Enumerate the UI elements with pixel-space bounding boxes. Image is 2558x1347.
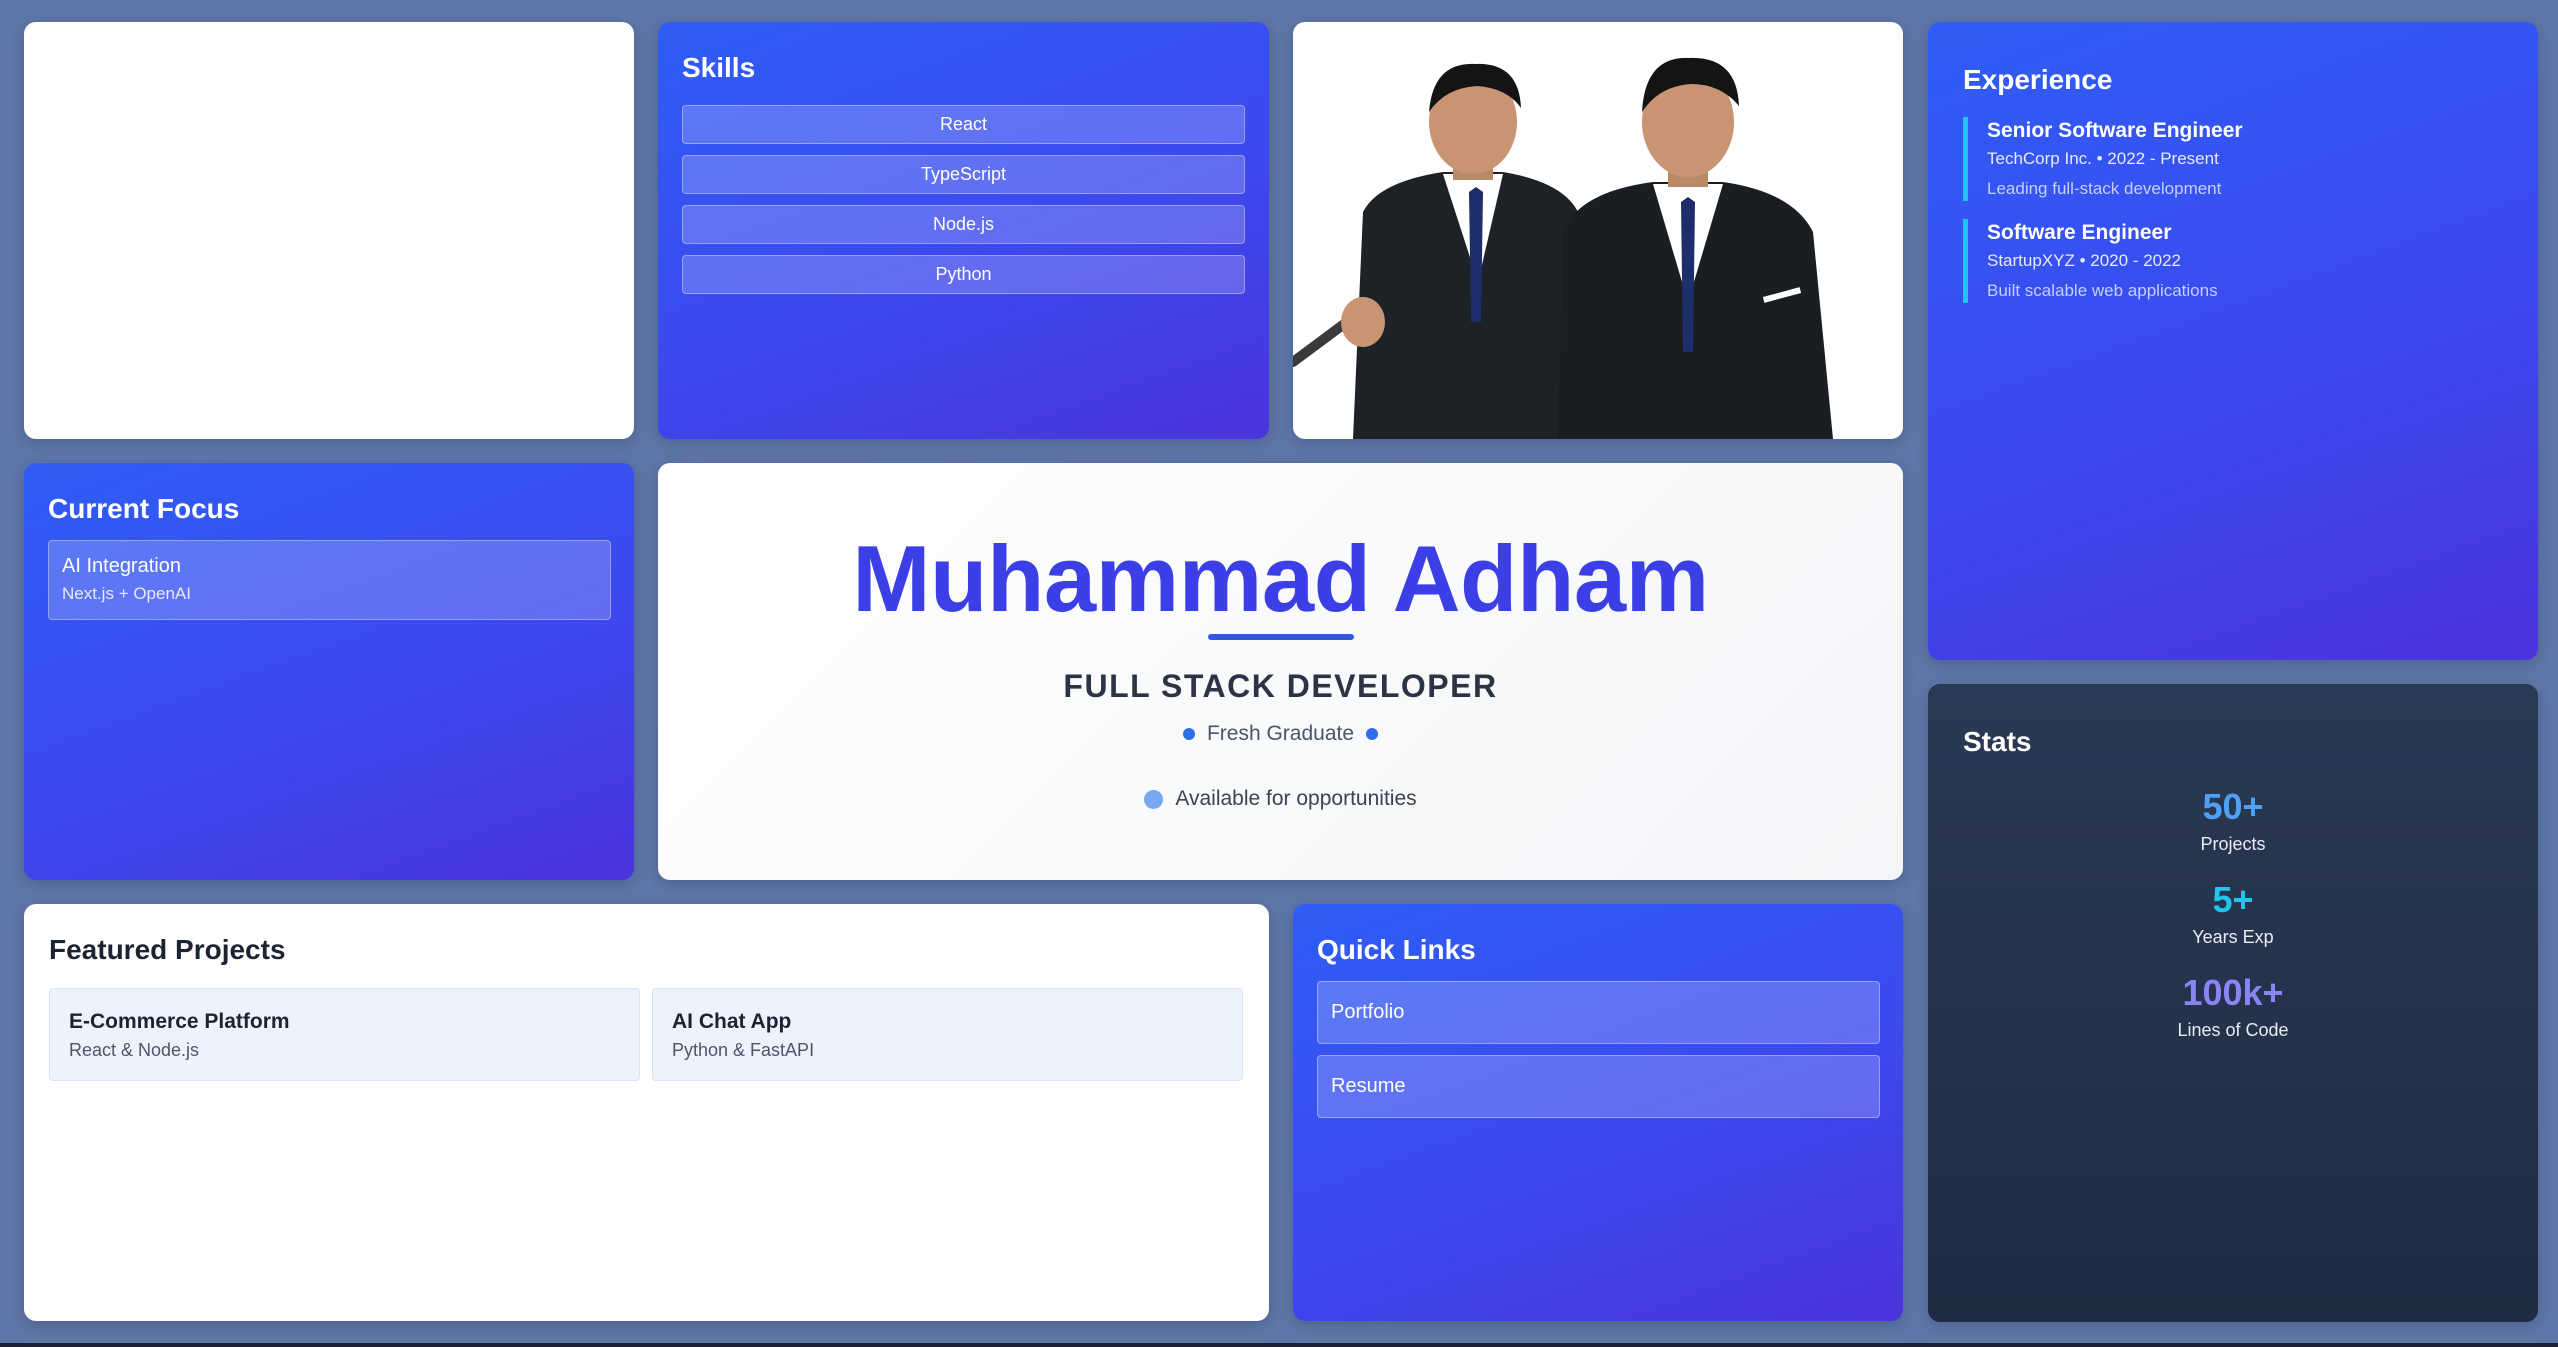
project-stack: Python & FastAPI [672,1040,815,1060]
portfolio-link[interactable]: Portfolio [1317,981,1880,1044]
skill-tag: TypeScript [682,155,1245,194]
availability-text: Available for opportunities [1175,787,1417,810]
experience-description: Built scalable web applications [1987,281,2218,300]
bottom-bar [0,1343,2558,1347]
skill-tag: Node.js [682,205,1245,244]
stat-label: Lines of Code [2177,1020,2289,1040]
skill-tag: React [682,105,1245,144]
experience-item: Software Engineer StartupXYZ • 2020 - 20… [1963,219,2503,303]
hero-status: Fresh Graduate [658,722,1903,746]
focus-item-title: AI Integration [62,555,181,577]
current-focus-card: Current Focus AI Integration Next.js + O… [24,463,634,880]
stat-value: 100k+ [2182,972,2284,1013]
experience-meta: TechCorp Inc. • 2022 - Present [1987,149,2219,168]
projects-list: E-Commerce Platform React & Node.js AI C… [49,988,1243,1081]
profile-photo-card [1293,22,1903,439]
experience-meta: StartupXYZ • 2020 - 2022 [1987,251,2182,270]
experience-role: Senior Software Engineer [1987,119,2243,142]
project-card[interactable]: AI Chat App Python & FastAPI [652,988,1243,1081]
current-focus-title: Current Focus [48,493,240,524]
skills-title: Skills [682,52,756,83]
stat-label: Years Exp [2192,927,2274,947]
featured-projects-title: Featured Projects [49,934,286,965]
blank-card [24,22,634,439]
experience-list: Senior Software Engineer TechCorp Inc. •… [1963,117,2503,321]
skill-tag: Python [682,255,1245,294]
quick-links-list: Portfolio Resume [1317,981,1880,1129]
experience-role: Software Engineer [1987,221,2172,244]
hero-status-text: Fresh Graduate [1206,722,1355,745]
quick-links-card: Quick Links Portfolio Resume [1293,904,1903,1321]
featured-projects-card: Featured Projects E-Commerce Platform Re… [24,904,1269,1321]
skills-card: Skills React TypeScript Node.js Python [658,22,1269,439]
stat-label: Projects [2200,834,2266,854]
stat-item: 100k+ Lines of Code [1928,972,2538,1041]
stats-card: Stats 50+ Projects 5+ Years Exp 100k+ Li… [1928,684,2538,1322]
status-dot-icon [1182,728,1195,740]
quick-links-title: Quick Links [1317,934,1476,965]
hero-name: Muhammad Adham [852,526,1709,631]
project-stack: React & Node.js [69,1040,200,1060]
focus-item-subtitle: Next.js + OpenAI [62,584,191,603]
availability-badge: Available for opportunities [658,787,1903,811]
focus-item: AI Integration Next.js + OpenAI [48,540,611,620]
hero-underline [1208,634,1354,640]
experience-description: Leading full-stack development [1987,179,2222,198]
project-card[interactable]: E-Commerce Platform React & Node.js [49,988,640,1081]
stat-value: 50+ [2202,786,2264,827]
project-title: AI Chat App [672,1010,792,1033]
resume-link[interactable]: Resume [1317,1055,1880,1118]
stats-title: Stats [1963,726,2032,757]
availability-dot-icon [1144,789,1164,809]
status-dot-icon [1366,728,1379,740]
skills-list: React TypeScript Node.js Python [682,105,1245,305]
experience-title: Experience [1963,64,2113,95]
profile-photo [1293,57,1833,439]
person-left [1341,63,1593,439]
stats-list: 50+ Projects 5+ Years Exp 100k+ Lines of… [1928,786,2538,1065]
hero-card: Muhammad Adham FULL STACK DEVELOPER Fres… [658,463,1903,880]
experience-card: Experience Senior Software Engineer Tech… [1928,22,2538,660]
experience-item: Senior Software Engineer TechCorp Inc. •… [1963,117,2503,201]
project-title: E-Commerce Platform [69,1010,290,1033]
hero-role: FULL STACK DEVELOPER [1063,668,1498,704]
stat-value: 5+ [2212,879,2254,920]
person-right [1558,57,1833,439]
stat-item: 5+ Years Exp [1928,879,2538,948]
stat-item: 50+ Projects [1928,786,2538,855]
